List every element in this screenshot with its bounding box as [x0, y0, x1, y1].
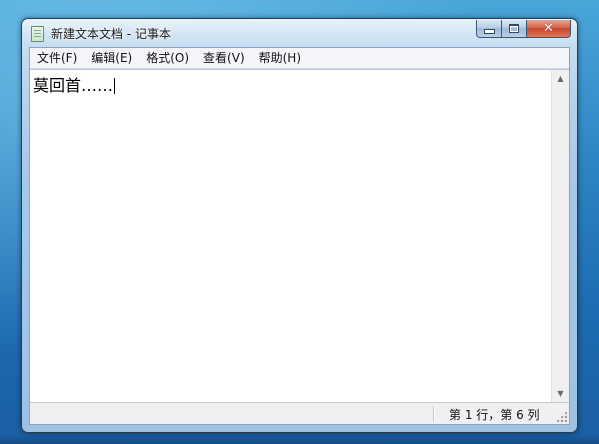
- vertical-scrollbar[interactable]: ▲ ▼: [551, 69, 569, 402]
- caption-buttons: ✕: [476, 20, 571, 39]
- text-editor[interactable]: 莫回首……: [30, 69, 552, 402]
- window-title: 新建文本文档 - 记事本: [51, 27, 171, 41]
- resize-grip-icon[interactable]: [556, 411, 567, 422]
- menu-file[interactable]: 文件(F): [30, 48, 84, 68]
- menu-view[interactable]: 查看(V): [196, 48, 252, 68]
- editor-text-line[interactable]: 莫回首……: [33, 72, 116, 96]
- menu-format[interactable]: 格式(O): [139, 48, 196, 68]
- title-bar[interactable]: 新建文本文档 - 记事本 ✕: [22, 19, 577, 47]
- arrow-up-icon: ▲: [557, 74, 564, 83]
- status-bar: 第 1 行，第 6 列: [30, 402, 569, 424]
- client-area: 文件(F) 编辑(E) 格式(O) 查看(V) 帮助(H) 莫回首…… ▲ ▼ …: [29, 47, 570, 425]
- cursor-position: 第 1 行，第 6 列: [449, 408, 540, 422]
- menu-edit[interactable]: 编辑(E): [84, 48, 139, 68]
- editor-content: 莫回首……: [33, 76, 114, 95]
- maximize-button[interactable]: [502, 20, 527, 38]
- status-divider: [433, 406, 434, 422]
- text-caret: [114, 78, 116, 94]
- menu-help[interactable]: 帮助(H): [252, 48, 308, 68]
- taskbar-edge: [0, 434, 599, 444]
- arrow-down-icon: ▼: [557, 389, 564, 398]
- minimize-button[interactable]: [476, 20, 502, 38]
- close-icon: ✕: [543, 21, 554, 36]
- minimize-icon: [483, 29, 495, 34]
- notepad-icon[interactable]: [31, 26, 44, 42]
- close-button[interactable]: ✕: [527, 20, 571, 38]
- maximize-icon: [509, 24, 519, 33]
- notepad-window[interactable]: 新建文本文档 - 记事本 ✕ 文件(F) 编辑(E) 格式(O) 查看(V) 帮…: [21, 18, 578, 433]
- scroll-down-button[interactable]: ▼: [552, 385, 569, 402]
- scroll-up-button[interactable]: ▲: [552, 70, 569, 87]
- menu-bar: 文件(F) 编辑(E) 格式(O) 查看(V) 帮助(H): [30, 48, 569, 69]
